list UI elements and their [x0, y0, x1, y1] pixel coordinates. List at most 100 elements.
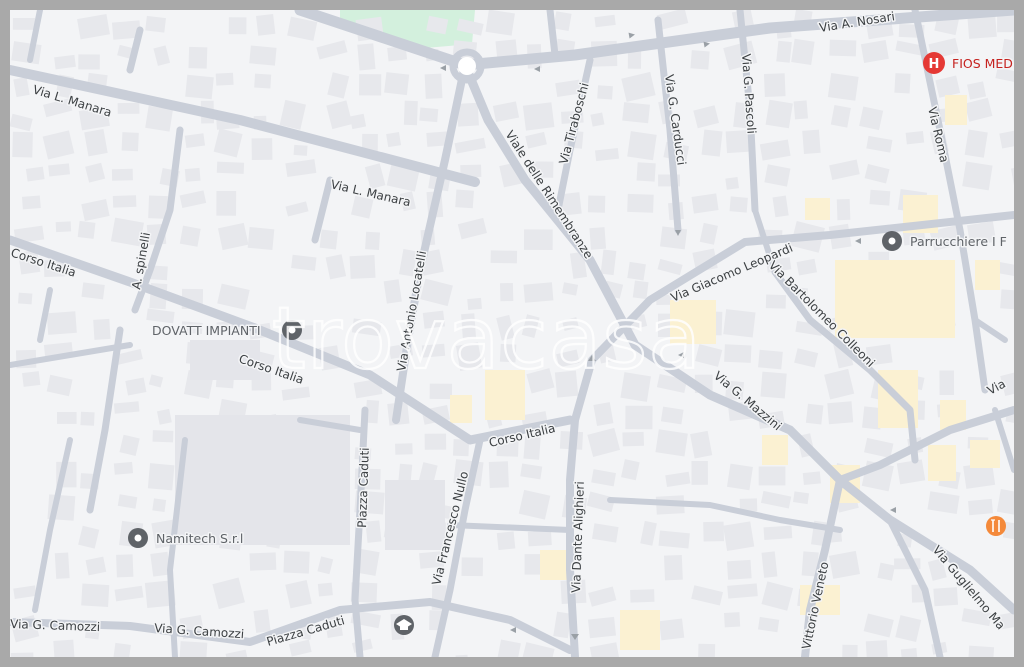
poi-label: Namitech S.r.l: [156, 531, 243, 546]
building: [859, 106, 884, 131]
building: [1011, 165, 1014, 189]
building: [725, 177, 739, 190]
building: [253, 609, 271, 633]
road-segment: [447, 522, 573, 533]
building: [723, 309, 756, 338]
building: [655, 429, 688, 457]
street-label: Via Dante Alighieri: [569, 481, 587, 593]
building: [587, 616, 617, 639]
building: [829, 159, 860, 180]
building: [213, 128, 243, 158]
building: [665, 471, 691, 487]
poi-restaurant[interactable]: [986, 516, 1006, 536]
poi-school[interactable]: [394, 615, 414, 635]
building: [18, 292, 33, 305]
building: [287, 16, 318, 41]
building: [933, 587, 959, 607]
building: [256, 13, 276, 36]
building: [588, 586, 617, 607]
building: [864, 437, 894, 459]
building: [349, 255, 376, 279]
building: [317, 556, 334, 575]
building: [693, 105, 719, 129]
building: [589, 642, 621, 657]
building: [316, 40, 348, 60]
building: [485, 10, 515, 36]
building: [55, 221, 72, 233]
building: [10, 652, 34, 657]
building: [763, 525, 793, 540]
building: [791, 38, 815, 65]
building: [621, 71, 656, 102]
map-view[interactable]: Via A. Nosari Via L. Manara Via L. Manar…: [10, 10, 1014, 657]
building: [865, 640, 889, 657]
building: [525, 131, 547, 149]
building: [690, 50, 710, 70]
building: [455, 189, 474, 209]
building: [10, 113, 33, 132]
building: [527, 530, 552, 547]
building: [114, 585, 144, 602]
building: [805, 403, 824, 425]
building: [457, 217, 487, 240]
building: [764, 164, 791, 187]
building: [794, 348, 819, 368]
building: [80, 411, 95, 426]
building: [553, 11, 572, 31]
building: [999, 128, 1014, 149]
building: [12, 17, 36, 30]
building: [78, 54, 100, 70]
building: [349, 113, 367, 130]
building: [895, 615, 922, 643]
building: [622, 102, 651, 124]
building: [283, 550, 310, 574]
svg-text:H: H: [929, 57, 940, 72]
building: [488, 461, 509, 488]
building: [384, 72, 410, 96]
building: [824, 368, 855, 400]
poi-label: Parrucchiere I F: [910, 234, 1007, 249]
building: [217, 222, 249, 251]
building: [964, 129, 988, 158]
poi-fios[interactable]: H FIOS MED: [923, 52, 1014, 74]
poi-parrucchiere[interactable]: Parrucchiere I F: [882, 231, 1008, 251]
building: [622, 431, 645, 447]
building: [793, 100, 809, 120]
building: [21, 195, 41, 210]
building: [591, 469, 616, 487]
building: [53, 639, 75, 657]
building: [85, 162, 106, 183]
building: [46, 311, 77, 335]
map-canvas[interactable]: Via A. Nosari Via L. Manara Via L. Manar…: [10, 10, 1014, 657]
building: [93, 318, 111, 340]
building: [968, 498, 993, 516]
building: [518, 489, 551, 520]
building: [691, 460, 708, 485]
building: [829, 550, 860, 579]
building: [424, 433, 447, 450]
building: [765, 99, 793, 129]
building: [112, 195, 137, 208]
building: [215, 72, 234, 86]
building: [156, 408, 172, 425]
building: [288, 639, 312, 657]
building: [85, 556, 107, 576]
building: [1000, 289, 1014, 311]
building: [869, 189, 891, 206]
building: [727, 583, 758, 599]
building: [285, 580, 312, 609]
poi-namitech[interactable]: Namitech S.r.l: [128, 528, 245, 548]
building: [724, 612, 741, 628]
building: [365, 231, 381, 251]
building: [359, 74, 382, 96]
building: [864, 163, 890, 184]
building: [726, 559, 752, 580]
building: [759, 139, 791, 161]
building: [148, 374, 164, 388]
building: [325, 254, 347, 280]
building: [147, 463, 175, 491]
building: [179, 225, 201, 247]
restaurant-icon: [986, 516, 1006, 536]
building: [703, 521, 725, 542]
building: [927, 491, 960, 515]
